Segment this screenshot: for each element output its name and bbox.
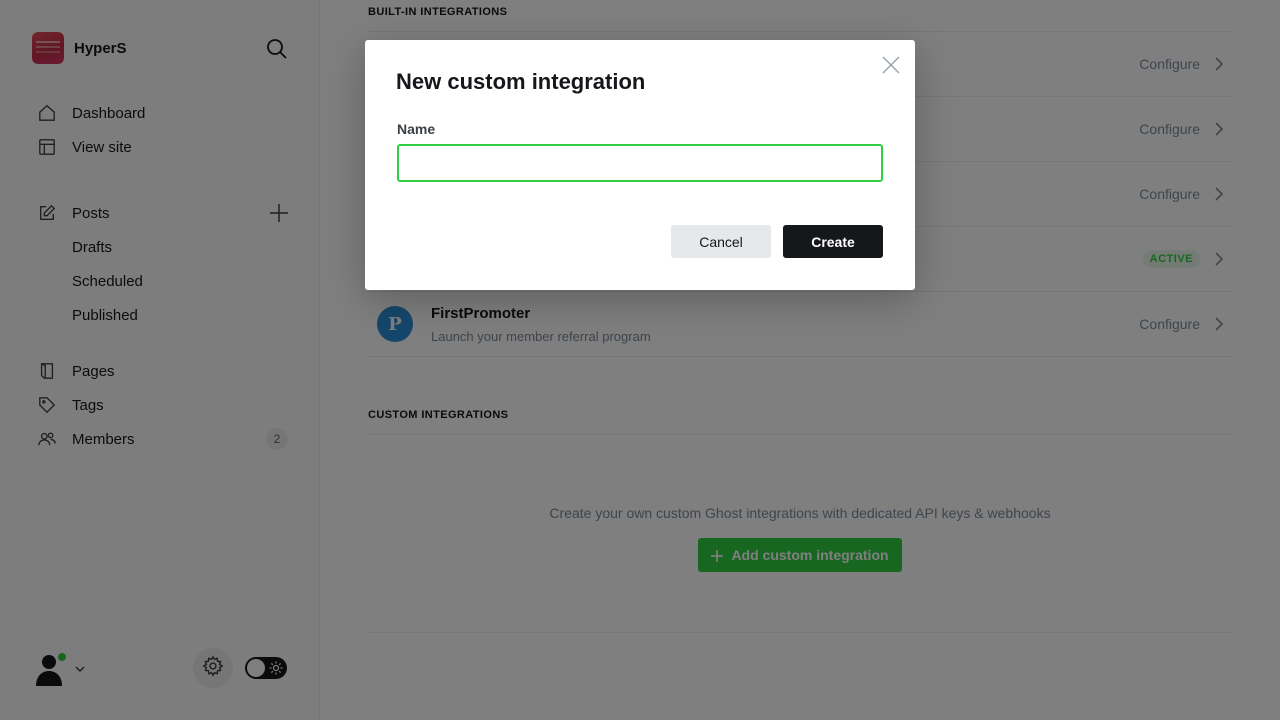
new-integration-modal: New custom integration Name Cancel Creat… <box>365 40 915 290</box>
name-input[interactable] <box>397 144 883 182</box>
name-field-label: Name <box>397 121 436 137</box>
modal-title: New custom integration <box>396 69 646 94</box>
cancel-button[interactable]: Cancel <box>671 225 771 258</box>
close-icon[interactable] <box>882 56 900 74</box>
create-button[interactable]: Create <box>783 225 883 258</box>
